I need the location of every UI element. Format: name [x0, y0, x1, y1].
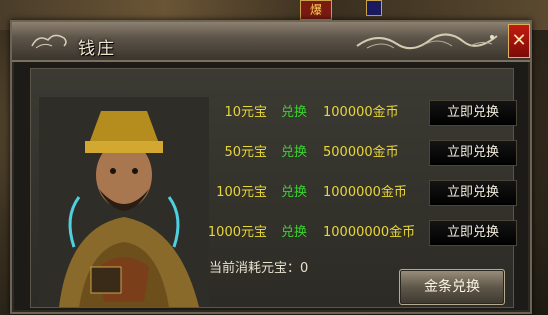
- swap-label: 兑换: [281, 225, 308, 240]
- dragon-ornament-icon: [356, 33, 498, 50]
- bank-window: 钱庄 ✕ 10元宝 兑换 100000金币 立即兑换 50元宝 兑换 50000…: [10, 20, 532, 314]
- exchange-now-button[interactable]: 立即兑换: [429, 100, 517, 126]
- exchange-now-button[interactable]: 立即兑换: [429, 180, 517, 206]
- scene-flag-icon: [366, 0, 382, 16]
- swap-label: 兑换: [281, 145, 308, 160]
- yuanbao-amount: 50元宝: [224, 145, 267, 160]
- title-bar[interactable]: 钱庄 ✕: [12, 22, 530, 62]
- gold-amount: 500000金币: [323, 145, 399, 160]
- exchange-now-button[interactable]: 立即兑换: [429, 140, 517, 166]
- exchange-content: 10元宝 兑换 100000金币 立即兑换 50元宝 兑换 500000金币 立…: [30, 68, 517, 308]
- banker-portrait: [39, 97, 209, 307]
- swap-label: 兑换: [281, 105, 308, 120]
- gold-amount: 10000000金币: [323, 225, 416, 240]
- yuanbao-amount: 1000元宝: [207, 225, 267, 240]
- gold-amount: 100000金币: [323, 105, 399, 120]
- gold-amount: 1000000金币: [323, 185, 407, 200]
- exchange-now-button[interactable]: 立即兑换: [429, 220, 517, 246]
- close-button[interactable]: ✕: [508, 24, 530, 58]
- scene-skill-badge: 爆: [300, 0, 332, 20]
- cloud-ornament-icon: [31, 34, 67, 49]
- window-title: 钱庄: [78, 39, 116, 59]
- gold-bar-exchange-button[interactable]: 金条兑换: [399, 269, 505, 305]
- yuanbao-amount: 100元宝: [216, 185, 267, 200]
- yuanbao-amount: 10元宝: [224, 105, 267, 120]
- swap-label: 兑换: [281, 185, 308, 200]
- spent-yuanbao-text: 当前消耗元宝：0: [209, 261, 309, 276]
